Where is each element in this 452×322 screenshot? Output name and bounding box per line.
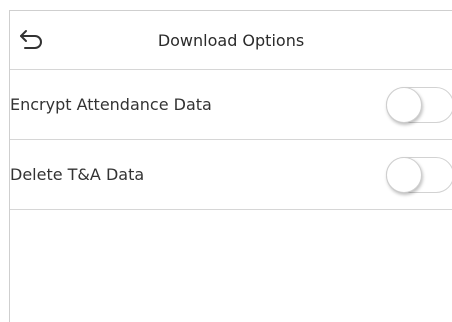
- toggle-knob: [386, 157, 422, 193]
- screen-frame: Download Options Encrypt Attendance Data…: [9, 10, 452, 322]
- header-bar: Download Options: [10, 11, 452, 70]
- delete-ta-data-toggle[interactable]: [386, 157, 452, 193]
- option-row-delete-ta-data[interactable]: Delete T&A Data: [10, 140, 452, 210]
- toggle-knob: [386, 87, 422, 123]
- option-label: Delete T&A Data: [10, 165, 145, 184]
- option-row-encrypt-attendance-data[interactable]: Encrypt Attendance Data: [10, 70, 452, 140]
- option-label: Encrypt Attendance Data: [10, 95, 212, 114]
- encrypt-attendance-data-toggle[interactable]: [386, 87, 452, 123]
- page-title: Download Options: [157, 31, 305, 50]
